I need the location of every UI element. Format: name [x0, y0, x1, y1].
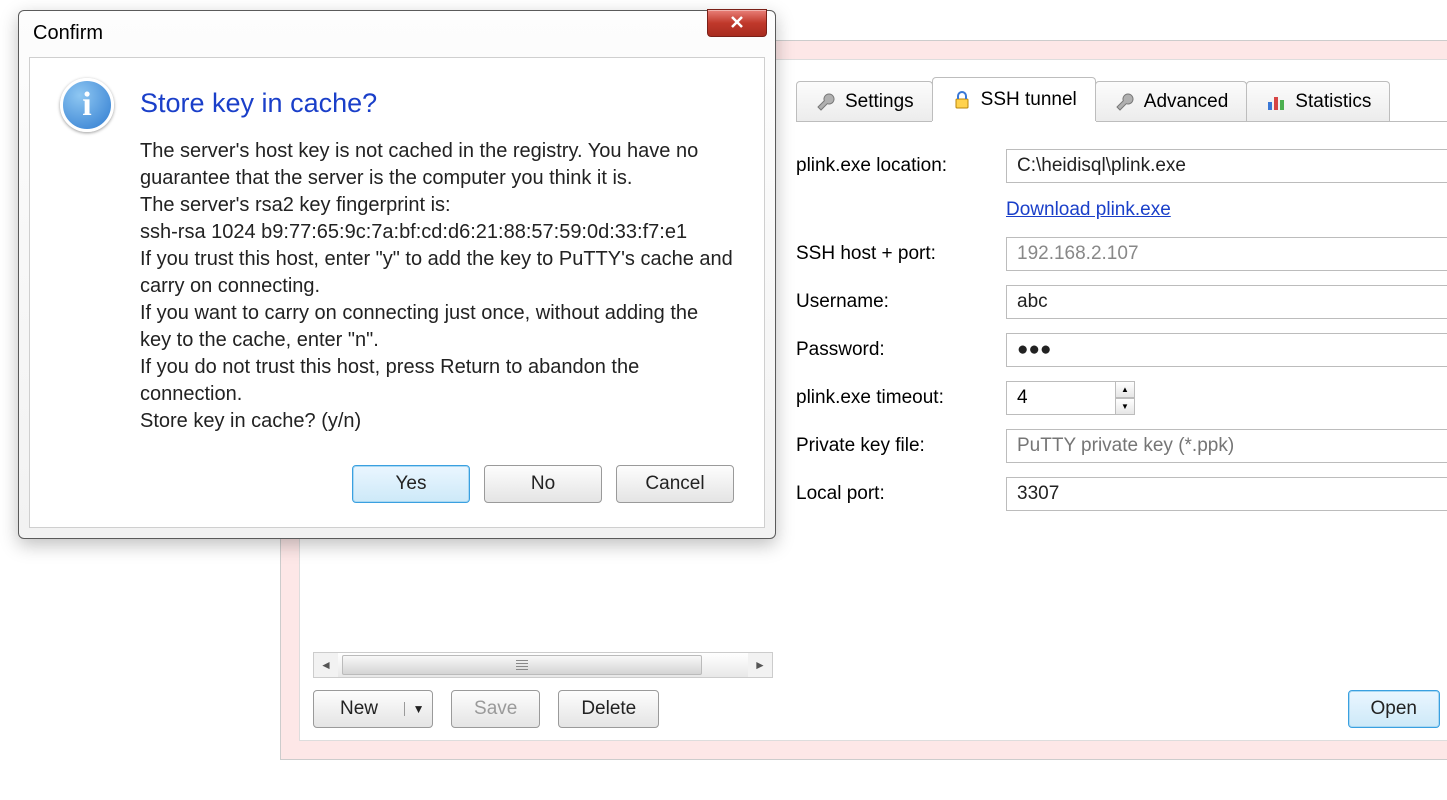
plink-location-input[interactable] — [1006, 149, 1447, 183]
info-icon: i — [60, 78, 114, 132]
scroll-left-arrow-icon[interactable]: ◄ — [314, 653, 338, 677]
delete-session-button[interactable]: Delete — [558, 690, 659, 728]
open-button[interactable]: Open — [1348, 690, 1440, 728]
yes-button[interactable]: Yes — [352, 465, 470, 503]
tab-statistics[interactable]: Statistics — [1246, 81, 1390, 121]
tab-settings-label: Settings — [845, 91, 914, 113]
download-plink-link[interactable]: Download plink.exe — [1006, 199, 1171, 221]
plink-timeout-label: plink.exe timeout: — [796, 387, 1006, 409]
dialog-heading: Store key in cache? — [140, 88, 377, 119]
settings-tabbar: Settings SSH tunnel Advanced — [796, 78, 1447, 122]
no-button[interactable]: No — [484, 465, 602, 503]
cancel-button[interactable]: Cancel — [616, 465, 734, 503]
username-input[interactable] — [1006, 285, 1447, 319]
scroll-right-arrow-icon[interactable]: ► — [748, 653, 772, 677]
ssh-tunnel-form: plink.exe location: Download plink.exe S… — [796, 142, 1447, 518]
tab-statistics-label: Statistics — [1295, 91, 1371, 113]
tab-ssh-tunnel[interactable]: SSH tunnel — [932, 77, 1096, 121]
dialog-titlebar[interactable]: Confirm — [19, 11, 775, 55]
confirm-dialog: Confirm i Store key in cache? The server… — [18, 10, 776, 539]
save-session-button[interactable]: Save — [451, 690, 540, 728]
dialog-body-text: The server's host key is not cached in t… — [140, 138, 734, 435]
private-key-input[interactable] — [1006, 429, 1447, 463]
bar-chart-icon — [1265, 91, 1287, 113]
username-label: Username: — [796, 291, 1006, 313]
timeout-spin-down-icon[interactable]: ▼ — [1115, 398, 1135, 415]
local-port-input[interactable] — [1006, 477, 1447, 511]
tab-ssh-label: SSH tunnel — [981, 89, 1077, 111]
plink-timeout-input[interactable] — [1006, 381, 1116, 415]
new-session-label: New — [314, 698, 404, 720]
tab-advanced[interactable]: Advanced — [1095, 81, 1248, 121]
close-icon — [728, 13, 746, 34]
private-key-label: Private key file: — [796, 435, 1006, 457]
wrench-icon — [815, 91, 837, 113]
scroll-thumb[interactable] — [342, 655, 702, 675]
timeout-spin-up-icon[interactable]: ▲ — [1115, 381, 1135, 398]
session-list-hscrollbar[interactable]: ◄ ► — [313, 652, 773, 678]
password-label: Password: — [796, 339, 1006, 361]
wrench-icon — [1114, 91, 1136, 113]
plink-location-label: plink.exe location: — [796, 155, 1006, 177]
tab-advanced-label: Advanced — [1144, 91, 1229, 113]
new-session-button[interactable]: New ▼ — [313, 690, 433, 728]
ssh-host-input[interactable] — [1006, 237, 1447, 271]
dialog-title: Confirm — [33, 22, 103, 45]
password-input[interactable] — [1006, 333, 1447, 367]
tab-settings[interactable]: Settings — [796, 81, 933, 121]
new-session-dropdown-icon[interactable]: ▼ — [404, 702, 432, 716]
scroll-track[interactable] — [338, 653, 748, 677]
ssh-host-label: SSH host + port: — [796, 243, 1006, 265]
local-port-label: Local port: — [796, 483, 1006, 505]
lock-icon — [951, 89, 973, 111]
close-button[interactable] — [707, 9, 767, 37]
